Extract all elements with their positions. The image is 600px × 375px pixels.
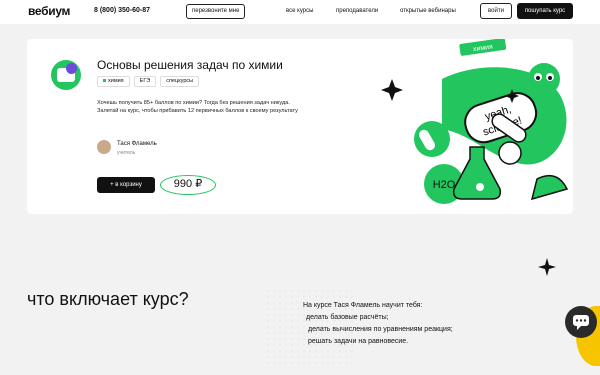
outcomes-intro: На курсе Тася Фламель научит тебя:	[303, 302, 423, 309]
star-icon	[381, 79, 403, 101]
login-button[interactable]: войти	[480, 3, 512, 19]
tag-ege[interactable]: ЕГЭ	[133, 76, 157, 87]
course-description: Хочешь получить 85+ баллов по химии? Тог…	[97, 100, 298, 114]
chat-button[interactable]	[565, 306, 597, 338]
tag-chemistry[interactable]: химия	[97, 76, 130, 87]
flask-bubble	[476, 183, 484, 191]
nav-webinars[interactable]: открытые вебинары	[400, 8, 456, 14]
course-icon	[51, 60, 81, 90]
formula-text: H2O	[433, 179, 456, 191]
tag-special[interactable]: спецкурсы	[160, 76, 200, 87]
blob-head	[528, 63, 560, 95]
nav-all-courses[interactable]: все курсы	[286, 8, 313, 14]
chemistry-illustration: химия yeah, science! H2O	[381, 39, 569, 204]
course-card: Основы решения задач по химии химия ЕГЭ …	[27, 39, 573, 214]
add-to-cart-button[interactable]: + в корзину	[97, 177, 155, 193]
star-icon	[538, 258, 556, 276]
outcome-item: делать вычисления по уравнениям реакция;	[308, 326, 453, 333]
nav-teachers[interactable]: преподаватели	[336, 8, 378, 14]
callback-button[interactable]: перезвоните мне	[186, 4, 246, 19]
teacher-role: учитель	[117, 150, 136, 156]
tablet-icon	[498, 141, 522, 165]
teacher-avatar[interactable]	[97, 140, 111, 154]
section-title: что включает курс?	[27, 289, 189, 309]
phone-number[interactable]: 8 (800) 350-60-87	[94, 7, 150, 14]
course-title: Основы решения задач по химии	[97, 58, 283, 72]
course-tags: химия ЕГЭ спецкурсы	[97, 76, 200, 87]
course-outcomes: На курсе Тася Фламель научит тебя: делат…	[303, 300, 453, 348]
chat-icon	[573, 315, 589, 330]
try-course-button[interactable]: пошупать курс	[517, 3, 573, 19]
outcome-item: делать базовые расчёты;	[306, 314, 389, 321]
teacher-name[interactable]: Тася Фламель	[117, 141, 157, 147]
burner-icon	[530, 174, 569, 201]
outcome-item: решать задачи на равновесие.	[308, 338, 409, 345]
price: 990 ₽	[160, 175, 216, 195]
logo[interactable]: вебиум	[28, 4, 70, 18]
site-header: вебиум 8 (800) 350-60-87 перезвоните мне…	[0, 0, 600, 24]
